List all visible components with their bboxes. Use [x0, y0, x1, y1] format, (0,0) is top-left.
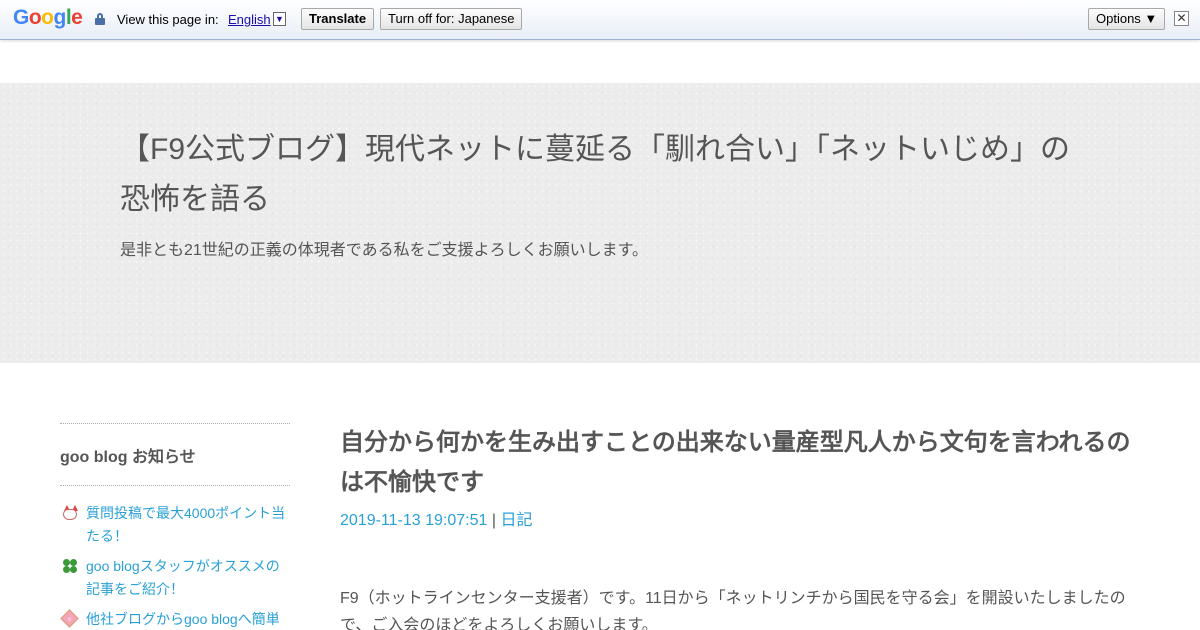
- blog-title[interactable]: 【F9公式ブログ】現代ネットに蔓延る「馴れ合い」「ネットいじめ」の恐怖を語る: [120, 125, 1080, 225]
- turn-off-translation-button[interactable]: Turn off for: Japanese: [380, 8, 523, 30]
- notice-item-label[interactable]: 他社ブログからgoo blogへ簡単: [86, 611, 280, 627]
- post-title[interactable]: 自分から何かを生み出すことの出来ない量産型凡人から文句を言われるのは不愉快です: [340, 423, 1140, 503]
- google-logo-letter-g: G: [13, 6, 29, 29]
- post-category-link[interactable]: 日記: [500, 512, 532, 529]
- flower-icon: [60, 609, 79, 628]
- blog-description: 是非とも21世紀の正義の体現者である私をご支援よろしくお願いします。: [120, 242, 649, 259]
- view-page-in-label: View this page in:: [117, 12, 219, 27]
- translate-button[interactable]: Translate: [301, 8, 375, 30]
- post-meta: 2019-11-13 19:07:51 | 日記: [340, 506, 1140, 530]
- google-logo-letter-g2: g: [53, 6, 67, 29]
- google-logo: Google: [13, 6, 83, 30]
- close-icon[interactable]: ✕: [1174, 11, 1189, 26]
- notice-item-staff-picks[interactable]: goo blogスタッフがオススメの記事をご紹介！: [60, 555, 290, 601]
- notice-item-label[interactable]: goo blogスタッフがオススメの記事をご紹介！: [86, 558, 280, 597]
- clover-icon: [62, 558, 78, 574]
- sidebar-heading: goo blog お知らせ: [60, 449, 196, 466]
- post-body: F9（ホットラインセンター支援者）です。11日から「ネットリンチから国民を守る会…: [340, 590, 1126, 630]
- meta-separator: |: [491, 512, 496, 529]
- options-button[interactable]: Options ▼: [1088, 8, 1166, 30]
- language-select-link[interactable]: English: [228, 12, 271, 27]
- blog-header: 【F9公式ブログ】現代ネットに蔓延る「馴れ合い」「ネットいじめ」の恐怖を語る 是…: [0, 83, 1200, 363]
- google-translate-bar: Google View this page in: English ▼ Tran…: [0, 0, 1200, 40]
- google-logo-letter-e: e: [71, 6, 83, 29]
- notice-item-migration[interactable]: 他社ブログからgoo blogへ簡単: [60, 608, 290, 630]
- dropdown-arrow-icon[interactable]: ▼: [273, 12, 286, 26]
- blog-post: 自分から何かを生み出すことの出来ない量産型凡人から文句を言われるのは不愉快です …: [340, 423, 1140, 630]
- google-logo-letter-o1: o: [28, 6, 42, 29]
- fox-icon: [62, 505, 78, 521]
- notice-list: 質問投稿で最大4000ポイント当たる！ goo blogスタッフがオススメの記事…: [60, 486, 290, 630]
- sidebar: goo blog お知らせ 質問投稿で最大4000ポイント当たる！ goo bl…: [60, 423, 290, 630]
- google-logo-letter-o2: o: [41, 6, 54, 29]
- post-date-link[interactable]: 2019-11-13 19:07:51: [340, 512, 487, 529]
- notice-item-label[interactable]: 質問投稿で最大4000ポイント当たる！: [86, 505, 285, 544]
- lock-icon: [95, 13, 105, 25]
- notice-item-points[interactable]: 質問投稿で最大4000ポイント当たる！: [60, 502, 290, 548]
